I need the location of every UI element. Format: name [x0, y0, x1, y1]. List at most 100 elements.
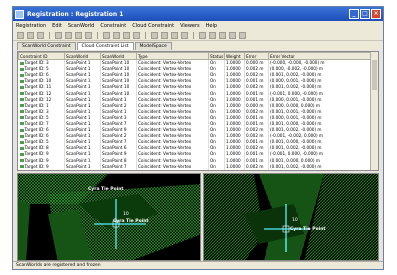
table-cell: Coincident: Vertex-Vertex [136, 59, 209, 67]
constraint-icon [19, 128, 24, 132]
table-cell: 0.000 m [244, 169, 269, 170]
right-target-number: 10 [292, 218, 298, 223]
column-header[interactable]: Status [208, 52, 225, 60]
constraint-icon [19, 152, 24, 156]
table-cell: (-0.000, -0.000, -0.000) m [268, 59, 373, 67]
toolbar-fence-icon[interactable] [209, 31, 216, 39]
table-cell: 1.0000 [224, 59, 245, 67]
scrollbar-thumb[interactable] [372, 60, 377, 90]
toolbar-new-icon[interactable] [17, 31, 24, 39]
constraint-icon [19, 146, 24, 150]
toolbar-separator [49, 31, 50, 39]
left-tie-point-label: Cyra Tie Point [88, 187, 124, 192]
minimize-button[interactable]: _ [349, 9, 359, 19]
constraint-id: Target ID: 7 [24, 120, 49, 126]
app-icon [15, 9, 24, 19]
toolbar-paste-icon[interactable] [75, 31, 82, 39]
toolbar-freeze-icon[interactable] [133, 31, 140, 39]
constraint-table: Constraint ID ScanWorld ScanWorld Type S… [18, 52, 373, 170]
column-header[interactable]: Type [136, 52, 209, 60]
constraint-icon [19, 122, 24, 126]
toolbar-open-icon[interactable] [27, 31, 34, 39]
constraint-icon [19, 159, 24, 163]
toolbar-copy-icon[interactable] [65, 31, 72, 39]
toolbar-save-icon[interactable] [37, 31, 44, 39]
column-header[interactable]: Weight [224, 52, 245, 60]
table-cell: (0.000, 0.000, 0.000) m [268, 169, 373, 170]
tab-scanworld-constraint[interactable]: ScanWorld Constraint [17, 42, 76, 50]
menu-edit[interactable]: Edit [52, 23, 62, 29]
constraint-id: Target ID: 9 [24, 163, 49, 169]
column-header[interactable]: Error Vector [268, 52, 373, 60]
table-cell: 0.000 m [244, 59, 269, 67]
column-header[interactable]: ScanWorld [100, 52, 137, 60]
toolbar-select-icon[interactable] [199, 31, 206, 39]
table-row[interactable]: Target ID: 9 ScanPoint 1ScanPoint 5Coinci… [18, 169, 373, 170]
viewer-panes: Cyra Tie Point Cyra Tie Point 10 Cyra Ti… [17, 173, 379, 261]
menu-constraint[interactable]: Constraint [100, 23, 126, 29]
window-title: Registration : Registration 1 [27, 10, 124, 18]
tab-strip: ScanWorld Constraint Cloud Constraint Li… [13, 41, 383, 50]
toolbar-pan-icon[interactable] [171, 31, 178, 39]
constraint-icon [19, 61, 24, 65]
close-button[interactable]: × [371, 9, 381, 19]
menu-scanworld[interactable]: ScanWorld [68, 23, 94, 29]
toolbar [13, 30, 383, 41]
constraint-id: Target ID: 12 [24, 96, 52, 102]
table-cell: ScanPoint 1 [64, 59, 101, 67]
constraint-icon [19, 73, 24, 77]
menu-help[interactable]: Help [206, 23, 217, 29]
table-cell: Target ID: 9 [18, 169, 65, 170]
constraint-id: Target ID: 9 [24, 151, 49, 157]
table-body: Target ID: 3 ScanPoint 1 ScanPoint 10 Coinc… [18, 59, 373, 170]
column-header[interactable]: Constraint ID [18, 52, 65, 60]
toolbar-rotate-icon[interactable] [181, 31, 188, 39]
right-scan-viewer[interactable]: Cyra Tie Point 10 [203, 173, 379, 261]
constraint-id: Target ID: 10 [24, 78, 52, 84]
table-vertical-scrollbar[interactable] [370, 52, 378, 170]
toolbar-cut-icon[interactable] [55, 31, 62, 39]
constraint-id: Target ID: 3 [24, 108, 49, 114]
left-scan-viewer[interactable]: Cyra Tie Point Cyra Tie Point 10 [17, 173, 201, 261]
column-header[interactable]: Error [244, 52, 269, 60]
toolbar-separator [145, 31, 146, 39]
registration-window: Registration : Registration 1 _ □ × Regi… [12, 6, 384, 270]
toolbar-delete-icon[interactable] [85, 31, 92, 39]
constraint-icon [19, 110, 24, 114]
constraint-id: Target ID: 12 [24, 90, 52, 96]
constraint-icon [19, 85, 24, 89]
table-cell: Target ID: 3 [18, 59, 65, 67]
tab-cloud-constraint-list[interactable]: Cloud Constraint List [76, 42, 134, 50]
toolbar-add-constraint-icon[interactable] [103, 31, 110, 39]
point-cloud-surface [18, 199, 30, 260]
toolbar-zoom-icon[interactable] [161, 31, 168, 39]
constraint-icon [19, 92, 24, 96]
table-cell: 1.0000 [224, 169, 245, 170]
menu-viewers[interactable]: Viewers [180, 23, 200, 29]
constraint-icon [19, 104, 24, 108]
constraint-icon [19, 134, 24, 138]
toolbar-register-icon[interactable] [123, 31, 130, 39]
toolbar-properties-icon[interactable] [229, 31, 236, 39]
table-cell: ScanPoint 5 [100, 169, 137, 170]
menu-cloud-constraint[interactable]: Cloud Constraint [132, 23, 174, 29]
table-cell: Coincident: Vertex-Vertex [136, 169, 209, 170]
column-header[interactable]: ScanWorld [64, 52, 101, 60]
tab-modelspace[interactable]: ModelSpace [134, 42, 172, 50]
table-row[interactable]: Target ID: 3 ScanPoint 1 ScanPoint 10 Coinc… [18, 59, 373, 67]
toolbar-separator [97, 31, 98, 39]
constraint-icon [19, 116, 24, 120]
table-cell: ScanPoint 1 [64, 169, 101, 170]
toolbar-pick-icon[interactable] [219, 31, 226, 39]
toolbar-help-icon[interactable] [239, 31, 246, 39]
constraint-id: Target ID: 8 [24, 145, 49, 151]
toolbar-view-icon[interactable] [151, 31, 158, 39]
constraint-icon [19, 140, 24, 144]
toolbar-remove-constraint-icon[interactable] [113, 31, 120, 39]
maximize-button[interactable]: □ [360, 9, 370, 19]
table-cell: On [208, 169, 225, 170]
left-tie-point-label-2: Cyra Tie Point [113, 219, 149, 224]
constraint-id: Target ID: 6 [24, 72, 49, 78]
menu-registration[interactable]: Registration [16, 23, 46, 29]
constraint-icon [19, 165, 24, 169]
